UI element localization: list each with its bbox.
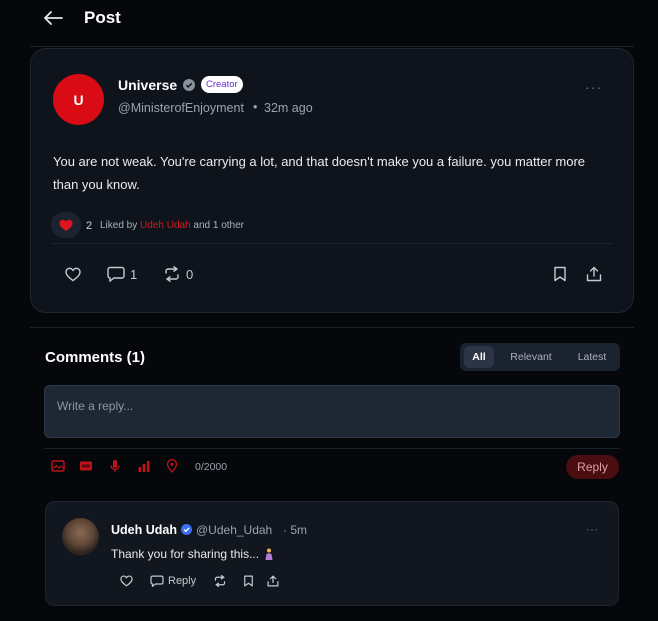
share-icon [586, 266, 602, 282]
comments-title: Comments (1) [45, 349, 146, 366]
post-card: U Universe Creator @MinisterofEnjoyment … [30, 48, 634, 313]
comment-repost-button[interactable] [213, 574, 227, 588]
microphone-icon[interactable] [108, 459, 122, 473]
like-button[interactable] [65, 265, 81, 283]
repost-icon [165, 266, 179, 282]
comment-reply-label: Reply [168, 575, 197, 587]
poll-icon[interactable] [137, 459, 151, 473]
liked-by-suffix: and 1 other [193, 220, 245, 231]
tab-relevant[interactable]: Relevant [502, 343, 560, 371]
section-divider [30, 327, 634, 328]
location-icon[interactable] [165, 459, 179, 473]
comment-count: 1 [130, 266, 138, 282]
like-summary-pill[interactable] [51, 212, 81, 238]
bookmark-button[interactable] [553, 265, 567, 283]
character-counter: 0/2000 [195, 461, 228, 473]
like-count: 2 [86, 220, 93, 232]
author-handle[interactable]: @MinisterofEnjoyment [118, 101, 244, 115]
gif-icon[interactable] [79, 459, 93, 473]
post-divider [51, 243, 613, 244]
comment-share-button[interactable] [267, 574, 279, 588]
comment-sort-tabs: All Relevant Latest [460, 343, 620, 371]
top-bar: Post [0, 0, 658, 40]
verified-icon [183, 79, 195, 91]
creator-badge: Creator [201, 76, 243, 93]
commenter-name[interactable]: Udeh Udah [111, 523, 177, 537]
tab-latest[interactable]: Latest [568, 343, 616, 371]
meta-separator: • [253, 100, 258, 114]
repost-count: 0 [186, 266, 194, 282]
praying-person-emoji-icon [265, 548, 273, 560]
share-icon [267, 575, 279, 587]
comment-timestamp: · 5m [283, 523, 307, 537]
commenter-avatar[interactable] [62, 518, 99, 555]
comment-icon [107, 266, 125, 282]
heart-filled-icon [59, 219, 73, 231]
repost-icon [214, 575, 226, 587]
composer-divider [44, 448, 620, 449]
comment-reply-button[interactable]: Reply [150, 574, 196, 588]
comment-text: Thank you for sharing this... [111, 547, 260, 561]
reply-composer [44, 385, 620, 438]
reply-input[interactable] [57, 397, 597, 415]
post-body: You are not weak. You're carrying a lot,… [53, 154, 586, 192]
tab-all[interactable]: All [464, 346, 494, 368]
comment-item: Udeh Udah @Udeh_Udah · 5m ··· Thank you … [45, 501, 619, 606]
comment-more-options-icon[interactable]: ··· [586, 522, 598, 536]
heart-icon [120, 575, 133, 587]
reply-submit-button[interactable]: Reply [566, 455, 619, 479]
header-divider [30, 46, 634, 47]
comment-like-button[interactable] [120, 574, 133, 588]
repost-button[interactable]: 0 [163, 265, 193, 283]
more-options-icon[interactable]: ··· [585, 79, 602, 95]
liked-by-user-link[interactable]: Udeh Udah [140, 220, 191, 231]
liked-by-text: Liked by Udeh Udah and 1 other [100, 220, 244, 231]
page-title: Post [84, 8, 121, 27]
comment-icon [150, 575, 164, 587]
comment-text-row: Thank you for sharing this... [111, 547, 274, 561]
comment-time: 5m [290, 523, 308, 537]
comment-bookmark-button[interactable] [243, 574, 254, 588]
author-avatar[interactable]: U [53, 74, 104, 125]
heart-icon [65, 267, 81, 281]
liked-by-prefix: Liked by [100, 220, 138, 231]
bookmark-icon [554, 266, 566, 282]
bookmark-icon [244, 575, 253, 587]
post-timestamp: 32m ago [264, 101, 313, 115]
arrow-left-icon[interactable] [42, 8, 64, 28]
verified-icon [181, 524, 192, 535]
commenter-handle[interactable]: @Udeh_Udah [196, 523, 272, 537]
comment-button[interactable]: 1 [107, 265, 137, 283]
share-button[interactable] [586, 265, 602, 283]
image-icon[interactable] [51, 459, 65, 473]
comment-meta-separator: · [283, 523, 287, 537]
author-name[interactable]: Universe [118, 77, 177, 93]
